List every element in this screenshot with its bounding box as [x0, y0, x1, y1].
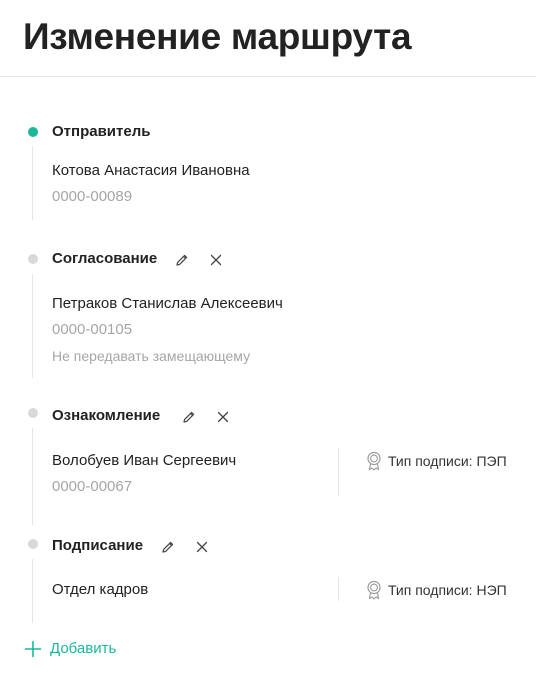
step-title: Согласование — [52, 250, 158, 267]
edit-step-button[interactable] — [173, 251, 191, 269]
step-title: Подписание — [52, 537, 144, 554]
title-divider — [0, 76, 536, 77]
close-icon — [210, 254, 222, 266]
page-title: Изменение маршрута — [23, 16, 412, 57]
participant-name: Петраков Станислав Алексеевич — [52, 295, 283, 312]
award-badge-icon — [367, 580, 381, 600]
remove-step-button[interactable] — [207, 251, 225, 269]
signature-type: Тип подписи: ПЭП — [366, 451, 507, 471]
add-step-label: Добавить — [50, 640, 117, 657]
plus-icon — [24, 640, 42, 658]
pencil-icon — [176, 254, 188, 266]
participant-code: 0000-00089 — [52, 188, 133, 205]
participant-name: Отдел кадров — [52, 581, 149, 598]
column-divider — [338, 577, 339, 601]
step-title: Отправитель — [52, 123, 151, 140]
step-status-dot — [28, 408, 38, 418]
remove-step-button[interactable] — [214, 408, 232, 426]
add-step-button[interactable]: Добавить — [24, 638, 116, 660]
signature-type-label: Тип подписи: НЭП — [388, 582, 507, 598]
remove-step-button[interactable] — [193, 538, 211, 556]
timeline-line — [32, 559, 33, 623]
signature-type-label: Тип подписи: ПЭП — [388, 453, 507, 469]
signature-type: Тип подписи: НЭП — [366, 580, 507, 600]
participant-code: 0000-00105 — [52, 321, 133, 338]
award-badge-icon — [367, 451, 381, 471]
timeline-line — [32, 146, 33, 220]
edit-step-button[interactable] — [159, 538, 177, 556]
edit-step-button[interactable] — [180, 408, 198, 426]
pencil-icon — [183, 411, 195, 423]
step-status-dot — [28, 127, 38, 137]
participant-name: Котова Анастасия Ивановна — [52, 162, 250, 179]
participant-code: 0000-00067 — [52, 478, 133, 495]
step-status-dot — [28, 539, 38, 549]
step-status-dot — [28, 254, 38, 264]
close-icon — [217, 411, 229, 423]
column-divider — [338, 448, 339, 496]
no-substitute-note: Не передавать замещающему — [52, 348, 251, 364]
step-title: Ознакомление — [52, 407, 161, 424]
timeline-line — [32, 274, 33, 378]
pencil-icon — [162, 541, 174, 553]
timeline-line — [32, 428, 33, 525]
participant-name: Волобуев Иван Сергеевич — [52, 452, 237, 469]
close-icon — [196, 541, 208, 553]
